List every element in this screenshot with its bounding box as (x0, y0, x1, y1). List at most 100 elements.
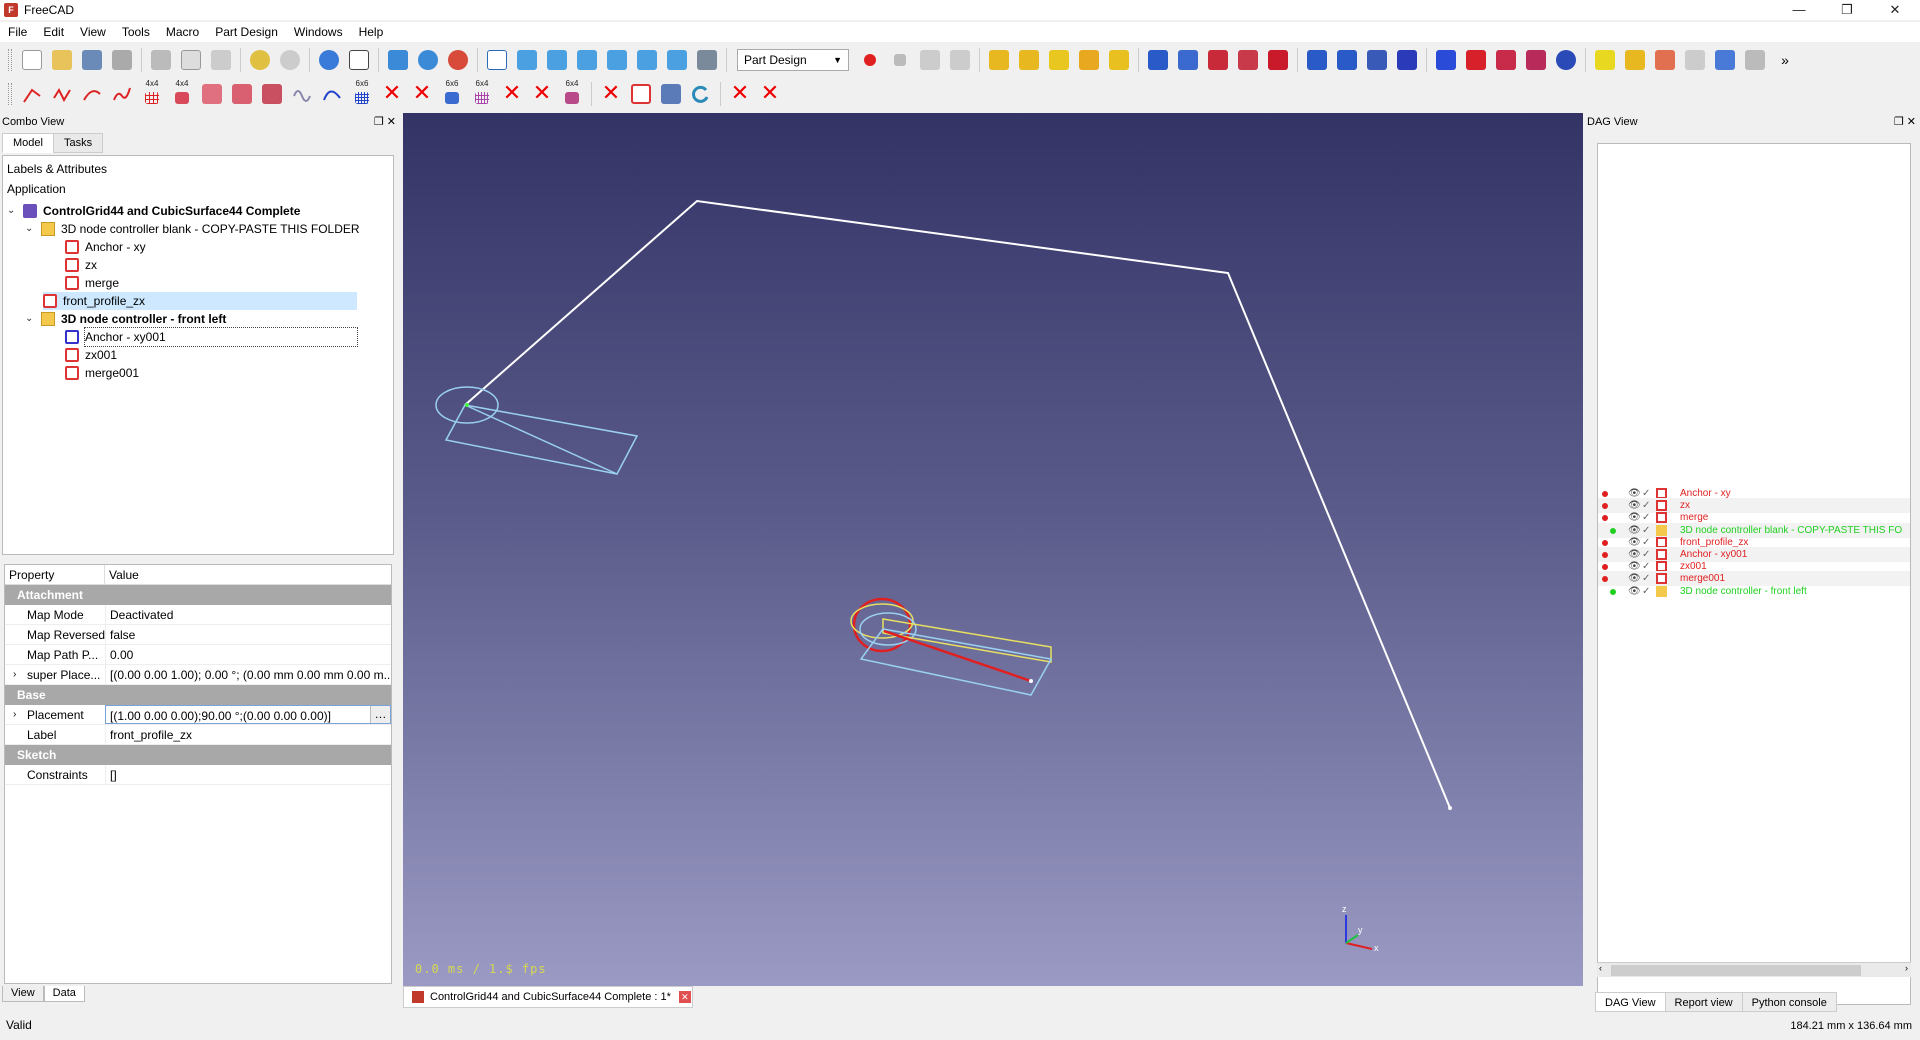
hole-button[interactable] (1334, 47, 1360, 73)
line-tool-button[interactable] (19, 81, 45, 107)
profile-diagonal-left[interactable] (464, 404, 618, 475)
delete-button[interactable]: ✕ (499, 81, 525, 107)
property-value[interactable]: Deactivated (105, 605, 391, 624)
tab-model[interactable]: Model (2, 133, 54, 153)
tree-item-document[interactable]: ⌄ ControlGrid44 and CubicSurface44 Comple… (7, 202, 300, 220)
close-button[interactable]: ✕ (1872, 0, 1918, 20)
delete-button[interactable]: ✕ (727, 81, 753, 107)
view-front-button[interactable] (514, 47, 540, 73)
macro-record-button[interactable] (857, 47, 883, 73)
property-group-base[interactable]: Base (5, 685, 391, 705)
spline-tool-button[interactable] (109, 81, 135, 107)
surface-blend-button[interactable] (229, 81, 255, 107)
delete-button[interactable]: ✕ (409, 81, 435, 107)
chevron-down-icon[interactable]: ⌄ (7, 202, 17, 220)
tab-data[interactable]: Data (43, 986, 85, 1002)
tree-item-sketch[interactable]: merge (65, 274, 119, 292)
macro-stop-button[interactable] (887, 47, 913, 73)
datum-button[interactable] (1106, 47, 1132, 73)
macro-edit-button[interactable] (917, 47, 943, 73)
view-bottom-button[interactable] (634, 47, 660, 73)
chevron-down-icon[interactable]: ⌄ (25, 220, 35, 238)
polyline-tool-button[interactable] (49, 81, 75, 107)
sketch-wire[interactable] (464, 199, 1451, 809)
copy-button[interactable] (178, 47, 204, 73)
print-button[interactable] (109, 47, 135, 73)
float-icon[interactable]: ❐ (374, 116, 384, 128)
visibility-eye-icon[interactable]: 👁 (1628, 584, 1641, 599)
maximize-button[interactable]: ❐ (1824, 0, 1870, 20)
export-button[interactable] (1742, 47, 1768, 73)
property-row[interactable]: Map Mode Deactivated (5, 605, 391, 625)
dag-graph[interactable]: 👁 ✓ Anchor - xy 👁 ✓ zx 👁 ✓ merge 👁 ✓ 3D node contro… (1597, 143, 1911, 1005)
horizontal-scrollbar[interactable]: ‹ › (1597, 962, 1911, 977)
grid-6x4-button[interactable]: 6x4 (469, 79, 495, 107)
state-check-icon[interactable]: ✓ (1642, 584, 1650, 599)
tree-item-sketch-selected[interactable]: front_profile_zx (43, 292, 357, 310)
selected-vertex[interactable] (465, 403, 469, 407)
chevron-right-icon[interactable]: › (13, 665, 16, 684)
dag-node-dot[interactable] (1602, 539, 1608, 546)
shape-binder-button[interactable] (1712, 47, 1738, 73)
3d-scene[interactable]: z x y (403, 113, 1583, 986)
tab-view[interactable]: View (2, 986, 44, 1002)
revolution-button[interactable] (1175, 47, 1201, 73)
view-rear-button[interactable] (604, 47, 630, 73)
delete-button[interactable]: ✕ (529, 81, 555, 107)
macro-run-button[interactable] (947, 47, 973, 73)
menu-windows[interactable]: Windows (286, 22, 351, 42)
grid-6x6-button[interactable]: 6x6 (349, 79, 375, 107)
create-body-button[interactable] (986, 47, 1012, 73)
property-value[interactable]: front_profile_zx (105, 725, 391, 744)
fit-all-button[interactable] (385, 47, 411, 73)
tree-item-folder-front-left[interactable]: ⌄ 3D node controller - front left (25, 310, 226, 328)
property-value[interactable]: false (105, 625, 391, 644)
delete-button[interactable]: ✕ (757, 81, 783, 107)
pocket-button[interactable] (1304, 47, 1330, 73)
sketch-vertex[interactable] (1448, 806, 1452, 810)
fillet-button[interactable] (1433, 47, 1459, 73)
open-file-button[interactable] (49, 47, 75, 73)
view-left-button[interactable] (664, 47, 690, 73)
create-sketch-button[interactable] (1046, 47, 1072, 73)
curve-tool-button[interactable] (79, 81, 105, 107)
additive-loft-button[interactable] (1205, 47, 1231, 73)
chevron-down-icon[interactable]: ⌄ (25, 310, 35, 328)
dag-node-dot[interactable] (1602, 576, 1608, 583)
additive-pipe-button[interactable] (1235, 47, 1261, 73)
menu-tools[interactable]: Tools (114, 22, 158, 42)
float-icon[interactable]: ❐ (1894, 116, 1904, 128)
profile-rectangle-center[interactable] (859, 628, 1053, 696)
dag-node-dot[interactable] (1602, 515, 1608, 522)
property-row[interactable]: Constraints [] (5, 765, 391, 785)
surface-fill-button[interactable] (259, 81, 285, 107)
property-row[interactable]: Map Reversed false (5, 625, 391, 645)
save-button[interactable] (79, 47, 105, 73)
refresh-button[interactable] (316, 47, 342, 73)
grid-4x4-button[interactable]: 4x4 (139, 79, 165, 107)
more-options-button[interactable]: … (370, 706, 390, 723)
chamfer-button[interactable] (1463, 47, 1489, 73)
draw-style-button[interactable] (445, 47, 471, 73)
property-group-sketch[interactable]: Sketch (5, 745, 391, 765)
scroll-right-icon[interactable]: › (1905, 963, 1908, 973)
toolbar-grip[interactable] (8, 83, 12, 105)
rotate-tool-button[interactable] (688, 81, 714, 107)
new-file-button[interactable] (19, 47, 45, 73)
dag-node-dot[interactable] (1602, 491, 1608, 497)
close-icon[interactable]: ✕ (678, 991, 691, 1003)
scrollbar-thumb[interactable] (1611, 965, 1861, 976)
tab-dag-view[interactable]: DAG View (1595, 992, 1666, 1012)
tree-item-sketch[interactable]: zx (65, 256, 97, 274)
property-group-attachment[interactable]: Attachment (5, 585, 391, 605)
toolbar-grip[interactable] (8, 49, 12, 71)
view-isometric-button[interactable] (484, 47, 510, 73)
polar-pattern-button[interactable] (1652, 47, 1678, 73)
multitransform-button[interactable] (1682, 47, 1708, 73)
dag-node-dot[interactable] (1602, 503, 1608, 510)
property-row[interactable]: Label front_profile_zx (5, 725, 391, 745)
surface-6x6-button[interactable]: 6x6 (439, 79, 465, 107)
menu-view[interactable]: View (72, 22, 114, 42)
sketch-copy-button[interactable] (628, 81, 654, 107)
edit-tool-button[interactable] (658, 81, 684, 107)
